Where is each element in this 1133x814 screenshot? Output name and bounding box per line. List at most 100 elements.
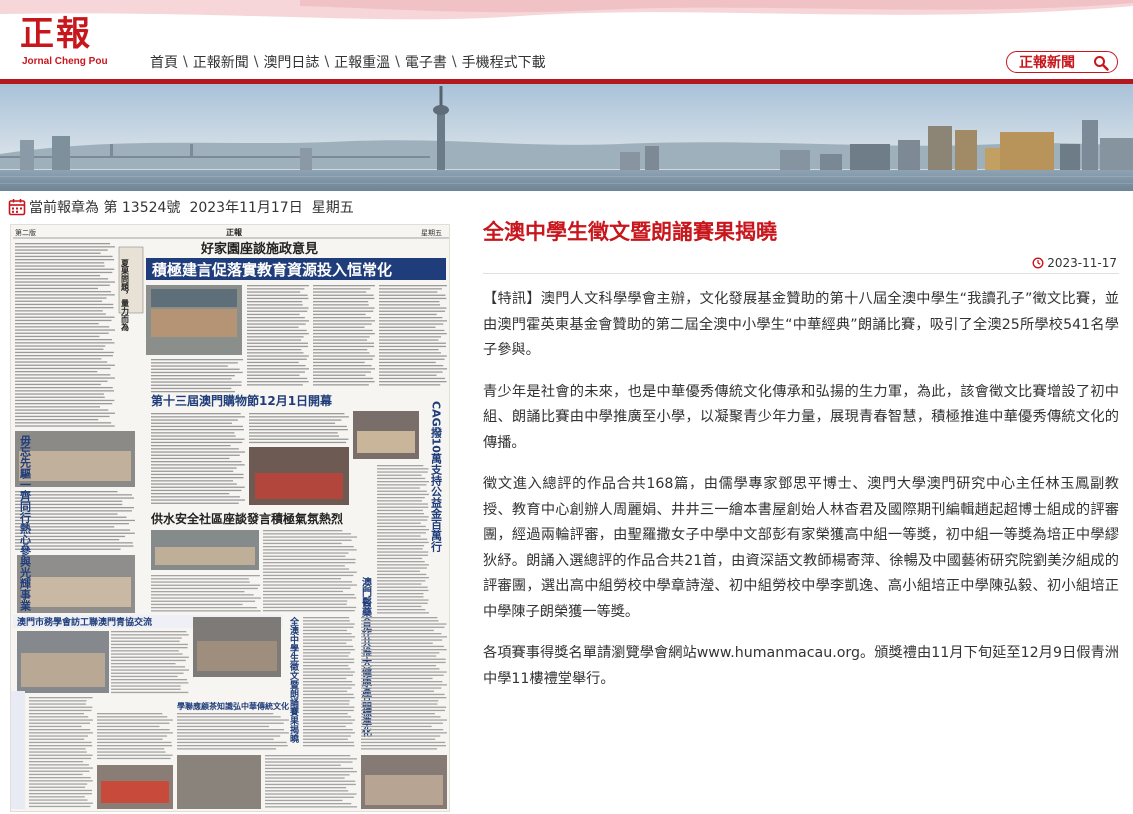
paper-headline-main: 積極建言促落實教育資源投入恒常化: [151, 261, 392, 279]
paper-text-line: [151, 597, 261, 599]
paper-text-line: [29, 757, 92, 760]
calendar-icon[interactable]: [8, 198, 26, 216]
paper-text-line: [15, 335, 100, 338]
paper-text-line: [361, 677, 433, 680]
paper-text-line: [151, 391, 236, 393]
paper-text-line: [15, 387, 113, 389]
paper-text-line: [265, 793, 357, 795]
paper-text-line: [247, 310, 308, 312]
paper-text-line: [15, 419, 99, 421]
paper-text-line: [263, 530, 343, 532]
paper-text-line: [247, 365, 306, 367]
paper-text-line: [247, 307, 309, 309]
nav-item-macau-diary[interactable]: 澳門日誌: [263, 52, 319, 72]
site-logo[interactable]: 正報 Jornal Cheng Pou: [20, 14, 116, 72]
paper-text-line: [29, 761, 84, 763]
paper-text-line: [15, 406, 100, 408]
paper-text-line: [247, 368, 309, 370]
paper-text-line: [263, 603, 347, 605]
paper-text-line: [361, 639, 443, 641]
paper-text-line: [29, 805, 91, 808]
paper-text-line: [379, 365, 444, 367]
paper-text-line: [29, 748, 86, 750]
paper-text-line: [151, 429, 244, 431]
nav-item-archive[interactable]: 正報重溫: [334, 52, 390, 72]
paper-text-line: [151, 575, 260, 577]
paper-text-line: [151, 461, 242, 463]
paper-text-line: [249, 432, 338, 434]
paper-text-line: [15, 374, 111, 376]
paper-text-line: [15, 326, 110, 328]
paper-text-line: [15, 271, 113, 274]
paper-text-line: [151, 473, 244, 476]
paper-text-line: [377, 577, 429, 579]
paper-text-line: [15, 345, 106, 347]
paper-text-line: [97, 738, 163, 740]
paper-text-line: [29, 783, 88, 785]
paper-text-line: [29, 777, 91, 779]
paper-text-line: [265, 790, 349, 792]
paper-text-line: [361, 645, 444, 648]
paper-text-line: [151, 457, 230, 460]
paper-text-line: [15, 329, 115, 331]
nav-item-app-download[interactable]: 手機程式下載: [462, 52, 546, 72]
paper-text-line: [151, 365, 228, 367]
paper-text-line: [15, 291, 112, 293]
nav-item-ebook[interactable]: 電子書: [405, 52, 447, 72]
paper-masthead-right: 星期五: [421, 229, 442, 237]
paper-text-line: [247, 339, 302, 341]
paper-text-line: [151, 387, 232, 390]
paper-text-line: [263, 565, 345, 567]
paper-text-line: [15, 510, 132, 512]
paper-text-line: [303, 729, 353, 731]
paper-text-line: [15, 422, 112, 424]
paper-text-line: [151, 603, 243, 606]
paper-text-line: [15, 268, 115, 270]
paper-text-line: [377, 557, 423, 560]
paper-text-line: [361, 713, 435, 715]
paper-text-line: [177, 722, 284, 724]
paper-text-line: [15, 371, 98, 373]
paper-text-line: [111, 659, 186, 662]
news-search-button[interactable]: 正報新聞: [1006, 51, 1118, 73]
paper-text-line: [29, 796, 85, 798]
nav-item-home[interactable]: 首頁: [150, 52, 178, 72]
paper-text-line: [177, 729, 285, 731]
newspaper-page-image[interactable]: 第二版 正報 星期五 好家園座談施政意見 積極建言促落實教育資源投入恒常化 夏果…: [10, 224, 450, 812]
paper-text-line: [247, 377, 308, 380]
paper-text-line: [247, 333, 309, 335]
paper-text-line: [15, 367, 111, 370]
paper-text-line: [151, 493, 230, 495]
paper-text-line: [377, 602, 428, 604]
nav-item-news[interactable]: 正報新聞: [193, 52, 249, 72]
paper-text-line: [97, 716, 168, 718]
paper-text-line: [313, 336, 370, 338]
paper-text-line: [313, 371, 371, 373]
paper-text-line: [15, 284, 110, 286]
paper-text-line: [377, 522, 421, 524]
paper-text-line: [361, 620, 439, 622]
paper-text-line: [361, 738, 436, 740]
paper-text-line: [15, 383, 101, 386]
paper-text-line: [303, 703, 350, 705]
paper-text-line: [379, 349, 439, 351]
paper-text-line: [15, 252, 101, 254]
paper-text-line: [303, 709, 354, 712]
paper-text-line: [377, 567, 427, 569]
paper-text-line: [379, 361, 436, 364]
paper-text-line: [97, 748, 165, 750]
paper-text-line: [247, 371, 305, 373]
paper-text-line: [151, 610, 261, 612]
paper-text-line: [303, 735, 351, 737]
paper-text-line: [249, 425, 347, 428]
paper-text-line: [361, 655, 437, 657]
paper-text-line: [379, 291, 438, 293]
article-body: 【特訊】澳門人文科學學會主辦，文化發展基金贊助的第十八屆全澳中學生“我讀孔子”徵…: [483, 287, 1119, 708]
paper-text-line: [377, 551, 429, 553]
paper-text-line: [361, 700, 439, 702]
paper-text-line: [379, 304, 441, 306]
paper-text-line: [377, 599, 429, 601]
paper-text-line: [313, 352, 370, 354]
paper-text-line: [303, 719, 355, 721]
paper-text-line: [247, 317, 305, 319]
